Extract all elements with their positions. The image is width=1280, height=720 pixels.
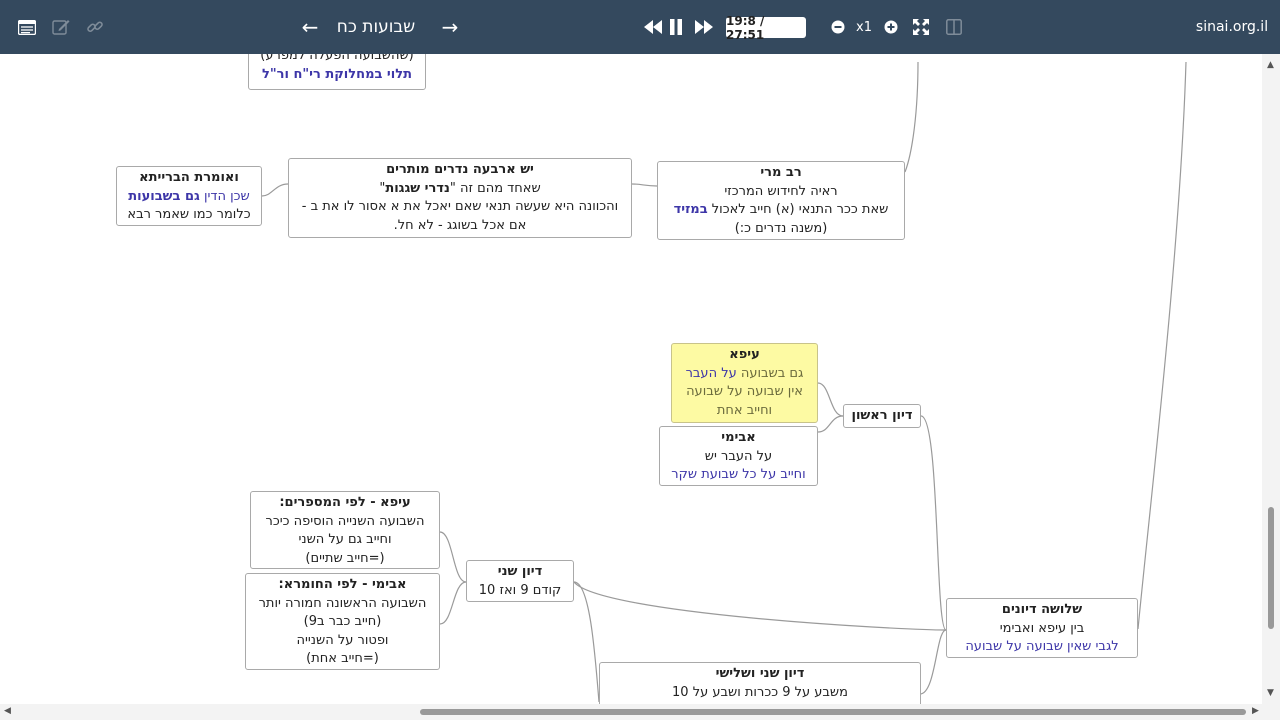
node-eifa-line1a: גם בשבועה (736, 365, 804, 381)
node-rav-mari-line2: שאת ככר התנאי (א) חייב לאכול (707, 202, 889, 217)
pause-icon[interactable] (662, 13, 690, 41)
node-first-discussion-title: דיון ראשון (851, 408, 913, 423)
zoom-out-icon[interactable] (824, 13, 852, 41)
link-three-discussion2 (573, 581, 947, 631)
node-three-discussions-line2: לגבי שאין שבועה על שבועה (965, 639, 1119, 654)
node-abaye-severity-title: אבימי - לפי החומרא: (278, 577, 407, 592)
node-eifa-numbers-title: עיפא - לפי המספרים: (279, 495, 411, 510)
node-four-vows-line2: והכוונה היא שעשה תנאי שאם יאכל את א אסור… (301, 199, 619, 214)
site-name[interactable]: sinai.org.il (1196, 16, 1268, 38)
link-three-discussion23 (919, 629, 947, 695)
split-view-icon[interactable] (940, 13, 968, 41)
node-beraita-line2: כלומר כמו שאמר רבא (127, 207, 251, 222)
node-abaye-severity-line4: (=חייב אחת) (306, 651, 379, 666)
node-eifa-title: עיפא (729, 347, 760, 362)
time-display: 19:8 / 27:51 (726, 14, 806, 42)
node-eifa-numbers-line3: (=חייב שתיים) (305, 550, 385, 566)
node-second-discussion-line1: קודם 9 ואז 10 (478, 582, 562, 598)
page-title: שבועות כח (336, 17, 416, 37)
node-rav-mari-title: רב מרי (760, 165, 802, 180)
node-rav-mari-line2-bold: במזיד (673, 202, 708, 217)
toolbar: ← שבועות כח → 19:8 / 27:51 x1 sinai.org.… (0, 0, 1280, 54)
link-three-discussion1 (920, 415, 947, 631)
node-abaye-line1: על העבר יש (704, 448, 773, 464)
node-beraita-line1a: שכן הדין (199, 188, 250, 204)
node-eifa-line1b: על העבר (685, 365, 737, 381)
link-discussion2-eifa-num (439, 531, 467, 583)
node-abaye-severity[interactable]: אבימי - לפי החומרא: השבועה הראשונה חמורה… (245, 573, 440, 670)
node-four-vows-line3: אם אכל בשוגג - לא חל. (393, 217, 527, 233)
node-abaye-severity-line2: (חייב כבר ב9) (303, 614, 382, 629)
next-page-arrow[interactable]: → (437, 14, 463, 40)
node-beraita-title: ואומרת הברייתא (139, 170, 239, 185)
prev-page-arrow[interactable]: ← (297, 14, 323, 40)
node-second-discussion[interactable]: דיון שני קודם 9 ואז 10 (466, 560, 574, 602)
horizontal-scroll-thumb[interactable] (420, 709, 1246, 715)
node-second-third-discussion-line1: משבע על 9 ככרות ושבע על 10 (672, 684, 848, 700)
fast-forward-icon[interactable] (690, 13, 718, 41)
node-abaye-severity-line3: ופטור על השנייה (296, 632, 389, 648)
node-beraita[interactable]: ואומרת הברייתא שכן הדין גם בשבועות כלומר… (116, 166, 262, 226)
node-eifa-line3: וחייב אחת (716, 402, 773, 418)
scroll-right-arrow-icon[interactable]: ▶ (1252, 706, 1259, 716)
mind-map-canvas[interactable]: (שהשבועה הפעלה למפרע) תלוי במחלוקת רי"ח … (0, 54, 1262, 704)
node-top-partial[interactable]: (שהשבועה הפעלה למפרע) תלוי במחלוקת רי"ח … (248, 54, 426, 90)
link-discussion2-abaye-sev (439, 581, 467, 625)
vertical-scroll-thumb[interactable] (1268, 507, 1274, 629)
node-abaye-severity-line1: השבועה הראשונה חמורה יותר (258, 595, 427, 611)
link-four-beraita (261, 183, 289, 197)
node-top-partial-line2: תלוי במחלוקת רי"ח ור"ל (262, 66, 412, 82)
link-top-right (1137, 61, 1187, 630)
menu-list-icon[interactable] (13, 13, 41, 41)
node-rav-mari-line1: ראיה לחידוש המרכזי (724, 183, 838, 199)
node-rav-mari-line3: (משנה נדרים כ:) (734, 220, 828, 236)
link-upper-mid (904, 61, 919, 173)
link-discussion2-down (573, 581, 600, 703)
node-three-discussions[interactable]: שלושה דיונים בין עיפא ואבימי לגבי שאין ש… (946, 598, 1138, 658)
zoom-level: x1 (856, 19, 872, 35)
scroll-down-arrow-icon[interactable]: ▼ (1267, 688, 1274, 698)
node-four-vows-line1b: נדרי שגגות (385, 180, 450, 196)
node-four-vows-line1a: שאחד מהם זה " (449, 180, 541, 196)
node-first-discussion[interactable]: דיון ראשון (843, 404, 921, 428)
node-beraita-line1b: גם בשבועות (128, 188, 200, 204)
node-three-discussions-line1: בין עיפא ואבימי (999, 620, 1085, 636)
node-eifa-numbers-line2: וחייב גם על השני (298, 532, 392, 547)
zoom-in-icon[interactable] (877, 13, 905, 41)
node-four-vows[interactable]: יש ארבעה נדרים מותרים שאחד מהם זה "נדרי … (288, 158, 632, 238)
node-rav-mari[interactable]: רב מרי ראיה לחידוש המרכזי שאת ככר התנאי … (657, 161, 905, 240)
node-abaye-title: אבימי (721, 430, 756, 445)
link-rav-mari-four (631, 183, 658, 187)
node-second-third-discussion[interactable]: דיון שני ושלישי משבע על 9 ככרות ושבע על … (599, 662, 921, 704)
node-eifa-numbers-line1: השבועה השנייה הוסיפה כיכר (265, 513, 425, 529)
node-second-discussion-title: דיון שני (497, 564, 543, 579)
link-icon[interactable] (81, 13, 109, 41)
link-discussion1-abaye (817, 415, 844, 433)
node-top-partial-line1: (שהשבועה הפעלה למפרע) (260, 54, 414, 63)
horizontal-scrollbar[interactable]: ◀ ▶ (0, 704, 1280, 720)
edit-icon[interactable] (47, 13, 75, 41)
node-eifa-line2: אין שבועה על שבועה (686, 384, 803, 399)
node-second-third-discussion-title: דיון שני ושלישי (715, 666, 805, 681)
scroll-left-arrow-icon[interactable]: ◀ (4, 706, 11, 716)
fullscreen-icon[interactable] (907, 13, 935, 41)
node-four-vows-title: יש ארבעה נדרים מותרים (386, 162, 534, 177)
scroll-up-arrow-icon[interactable]: ▲ (1267, 60, 1274, 70)
node-eifa-numbers[interactable]: עיפא - לפי המספרים: השבועה השנייה הוסיפה… (250, 491, 440, 569)
link-discussion1-eifa (817, 382, 844, 417)
node-abaye-line2: וחייב על כל שבועת שקר (671, 467, 806, 482)
node-abaye[interactable]: אבימי על העבר יש וחייב על כל שבועת שקר (659, 426, 818, 486)
vertical-scrollbar[interactable]: ▲ ▼ (1262, 54, 1280, 704)
node-three-discussions-title: שלושה דיונים (1001, 602, 1083, 617)
node-eifa[interactable]: עיפא גם בשבועה על העבר אין שבועה על שבוע… (671, 343, 818, 423)
